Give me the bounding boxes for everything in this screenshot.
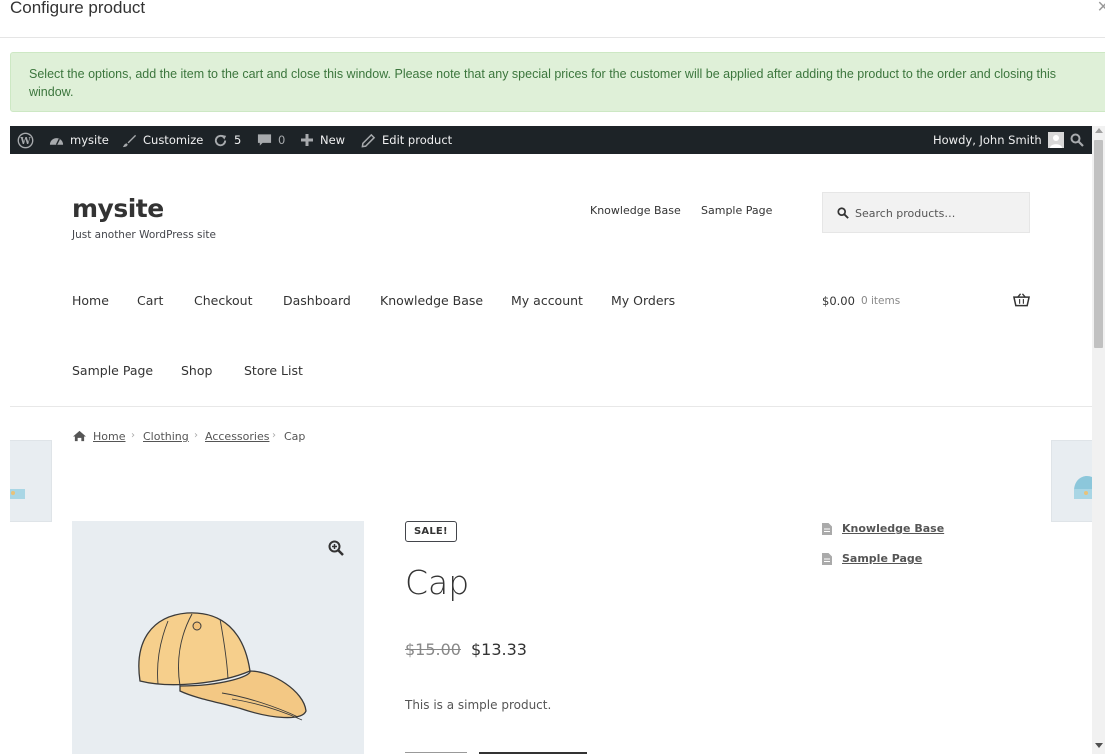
beanie-thumbnail	[10, 489, 25, 499]
admin-bar-comments-count: 0	[278, 133, 286, 147]
admin-bar-updates-count: 5	[234, 133, 242, 147]
previous-product-link[interactable]	[10, 440, 52, 522]
admin-bar-customize-label: Customize	[143, 133, 204, 147]
chevron-right-icon: ›	[272, 430, 276, 441]
regular-price: $15.00	[405, 640, 461, 659]
admin-bar-edit-label: Edit product	[382, 133, 453, 147]
admin-bar-site-label: mysite	[70, 133, 109, 147]
dashboard-icon	[49, 138, 64, 146]
chevron-right-icon: ›	[194, 430, 198, 441]
scroll-down-arrow-icon[interactable]	[1094, 743, 1103, 748]
breadcrumb-clothing[interactable]: Clothing	[143, 430, 189, 443]
admin-bar-comments[interactable]: 0	[257, 126, 285, 154]
admin-bar-edit-product[interactable]: Edit product	[361, 126, 452, 154]
admin-bar: W mysite Customize 5 0 New Edit product …	[10, 126, 1092, 154]
breadcrumb-current: Cap	[284, 430, 306, 443]
comment-icon	[257, 134, 272, 146]
breadcrumb-accessories[interactable]: Accessories	[205, 430, 269, 443]
document-icon	[822, 523, 832, 535]
modal-title: Configure product	[10, 0, 146, 17]
nav-item-checkout[interactable]: Checkout	[194, 293, 252, 308]
admin-bar-new[interactable]: New	[300, 126, 345, 154]
nav-item-home[interactable]: Home	[72, 293, 109, 308]
beanie-thumbnail	[1074, 476, 1092, 499]
scroll-up-arrow-icon[interactable]	[1094, 128, 1103, 133]
breadcrumb-home[interactable]: Home	[93, 430, 125, 443]
site-title[interactable]: mysite	[72, 194, 164, 223]
close-button[interactable]: ×	[1097, 0, 1105, 19]
product-page-frame: W mysite Customize 5 0 New Edit product …	[10, 126, 1092, 754]
avatar	[1047, 132, 1064, 148]
widget-link-knowledge-base[interactable]: Knowledge Base	[842, 522, 944, 535]
cart-count[interactable]: 0 items	[861, 295, 900, 307]
zoom-in-icon[interactable]	[328, 540, 344, 556]
admin-bar-customize[interactable]: Customize	[122, 126, 203, 154]
product-title: Cap	[405, 563, 470, 602]
search-icon	[837, 207, 849, 219]
nav-item-cart[interactable]: Cart	[137, 293, 163, 308]
nav-item-dashboard[interactable]: Dashboard	[283, 293, 351, 308]
next-product-link[interactable]	[1051, 440, 1092, 522]
site-description: Just another WordPress site	[72, 229, 217, 241]
nav-item-store-list[interactable]: Store List	[244, 363, 303, 378]
modal-header: Configure product ×	[0, 0, 1105, 38]
scrollbar-thumb[interactable]	[1094, 140, 1103, 348]
cap-image	[138, 612, 307, 721]
admin-bar-account[interactable]: Howdy, John Smith	[933, 126, 1064, 154]
admin-bar-updates[interactable]: 5	[213, 126, 241, 154]
home-icon	[73, 430, 86, 442]
search-placeholder: Search products…	[855, 207, 956, 220]
product-search-input[interactable]: Search products…	[822, 192, 1030, 233]
search-icon	[1070, 133, 1084, 147]
pencil-icon	[361, 133, 376, 147]
admin-bar-howdy: Howdy, John Smith	[933, 133, 1042, 147]
admin-bar-new-label: New	[320, 133, 346, 147]
wordpress-logo-icon[interactable]: W	[17, 126, 34, 154]
sale-price: $13.33	[471, 640, 527, 659]
top-link-knowledge-base[interactable]: Knowledge Base	[590, 204, 681, 217]
nav-item-shop[interactable]: Shop	[181, 363, 212, 378]
svg-text:W: W	[19, 135, 31, 146]
document-icon	[822, 553, 832, 565]
admin-bar-site[interactable]: mysite	[49, 126, 109, 154]
scrollbar[interactable]	[1092, 126, 1105, 754]
product-image[interactable]	[72, 521, 364, 754]
nav-item-my-orders[interactable]: My Orders	[611, 293, 675, 308]
brush-icon	[122, 134, 137, 147]
info-notice: Select the options, add the item to the …	[10, 52, 1105, 112]
nav-item-sample-page[interactable]: Sample Page	[72, 363, 153, 378]
plus-icon	[301, 134, 313, 146]
top-link-sample-page[interactable]: Sample Page	[701, 204, 772, 217]
chevron-right-icon: ›	[131, 430, 135, 441]
sale-badge: SALE!	[405, 521, 457, 542]
cart-total[interactable]: $0.00	[822, 294, 855, 308]
product-short-description: This is a simple product.	[405, 698, 552, 712]
widget-link-sample-page[interactable]: Sample Page	[842, 552, 922, 565]
nav-item-knowledge-base[interactable]: Knowledge Base	[380, 293, 483, 308]
basket-icon[interactable]	[1013, 293, 1030, 307]
header-divider	[10, 406, 1092, 407]
updates-icon	[214, 134, 227, 146]
nav-item-my-account[interactable]: My account	[511, 293, 583, 308]
admin-bar-search[interactable]	[1070, 126, 1084, 154]
